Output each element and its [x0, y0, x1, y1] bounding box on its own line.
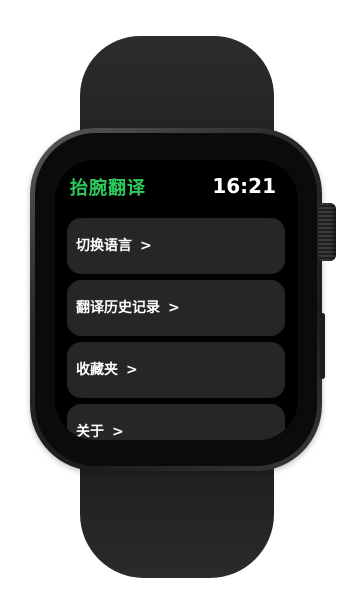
- menu-item-label: 翻译历史记录: [76, 300, 160, 316]
- chevron-right-icon: >: [112, 424, 124, 440]
- menu-item-label: 关于: [76, 424, 104, 440]
- side-button[interactable]: [320, 313, 325, 379]
- clock-time: 16:21: [212, 174, 276, 198]
- menu-item-label: 切换语言: [76, 238, 132, 254]
- watch-screen: 抬腕翻译 16:21 切换语言 > 翻译历史记录 > 收藏夹 > 关于 >: [55, 160, 298, 440]
- chevron-right-icon: >: [140, 238, 152, 254]
- menu-item-translation-history[interactable]: 翻译历史记录 >: [67, 280, 285, 336]
- menu-item-label: 收藏夹: [76, 362, 118, 378]
- menu-item-switch-language[interactable]: 切换语言 >: [67, 218, 285, 274]
- app-title: 抬腕翻译: [70, 178, 146, 199]
- menu-item-favorites[interactable]: 收藏夹 >: [67, 342, 285, 398]
- digital-crown[interactable]: [318, 203, 336, 261]
- menu-item-about[interactable]: 关于 >: [67, 404, 285, 440]
- chevron-right-icon: >: [126, 362, 138, 378]
- chevron-right-icon: >: [168, 300, 180, 316]
- watch-mockup: 抬腕翻译 16:21 切换语言 > 翻译历史记录 > 收藏夹 > 关于 >: [0, 0, 351, 600]
